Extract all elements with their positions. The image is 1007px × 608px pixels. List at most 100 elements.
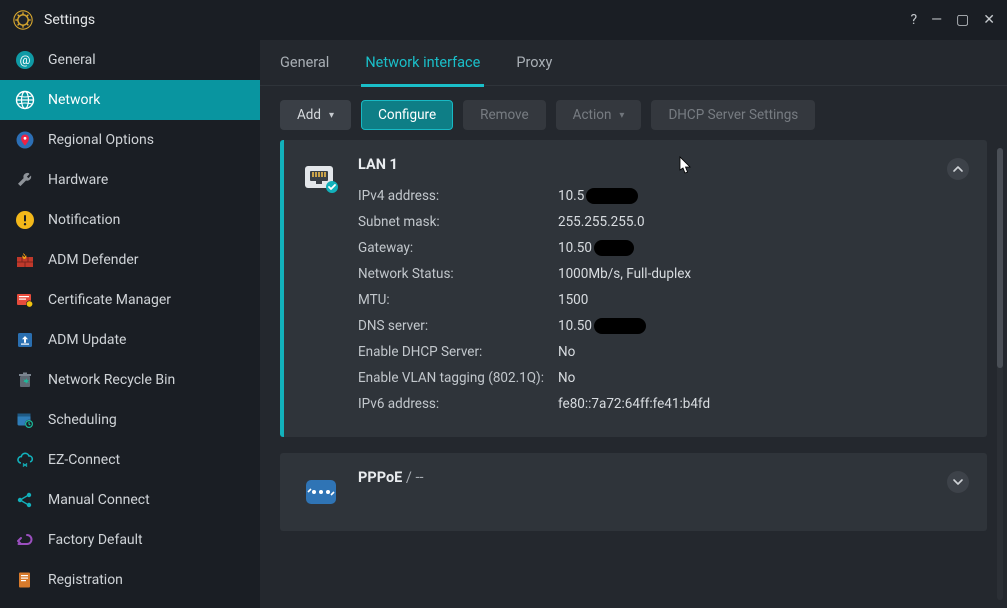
- sidebar-item-network[interactable]: Network: [0, 80, 260, 120]
- pppoe-icon: [302, 473, 340, 511]
- redacted-value: [586, 188, 638, 204]
- sidebar-item-adm-update[interactable]: ADM Update: [0, 320, 260, 360]
- sidebar-item-label: Scheduling: [48, 412, 117, 428]
- interface-title: LAN 1: [358, 156, 969, 173]
- sidebar-item-scheduling[interactable]: Scheduling: [0, 400, 260, 440]
- sidebar-item-notification[interactable]: Notification: [0, 200, 260, 240]
- sidebar: @ General Network Regional Options Hardw…: [0, 40, 260, 608]
- interface-title: PPPoE / --: [358, 469, 969, 486]
- kv-value: 10.50: [558, 318, 646, 334]
- sidebar-item-label: Registration: [48, 572, 123, 588]
- sidebar-item-label: Hardware: [48, 172, 108, 188]
- redacted-value: [594, 240, 634, 256]
- upload-icon: [14, 329, 36, 351]
- window-title: Settings: [44, 12, 95, 28]
- svg-text:@: @: [20, 53, 31, 67]
- kv-value: 1000Mb/s, Full-duplex: [558, 266, 691, 282]
- kv-key: DNS server:: [358, 318, 558, 334]
- sidebar-item-label: EZ-Connect: [48, 452, 120, 468]
- kv-row: Enable DHCP Server:No: [358, 339, 969, 365]
- tab-network-interface[interactable]: Network interface: [365, 40, 480, 86]
- sidebar-item-adm-defender[interactable]: ADM Defender: [0, 240, 260, 280]
- sidebar-item-label: Notification: [48, 212, 120, 228]
- sidebar-item-regional[interactable]: Regional Options: [0, 120, 260, 160]
- sidebar-item-label: Factory Default: [48, 532, 143, 548]
- at-symbol-icon: @: [14, 49, 36, 71]
- kv-value: 1500: [558, 292, 588, 308]
- tab-bar: General Network interface Proxy: [260, 40, 1007, 86]
- kv-value: No: [558, 344, 575, 360]
- tab-label: General: [280, 54, 329, 71]
- maximize-icon[interactable]: ▢: [956, 12, 969, 28]
- firewall-icon: [14, 249, 36, 271]
- help-icon[interactable]: ?: [910, 12, 917, 28]
- button-label: Add: [297, 107, 321, 123]
- location-pin-icon: [14, 129, 36, 151]
- button-label: Configure: [378, 107, 436, 123]
- calendar-clock-icon: [14, 409, 36, 431]
- kv-row: DNS server:10.50: [358, 313, 969, 339]
- share-nodes-icon: [14, 489, 36, 511]
- sidebar-item-recycle[interactable]: Network Recycle Bin: [0, 360, 260, 400]
- interface-card-lan1[interactable]: LAN 1 IPv4 address:10.5 Subnet mask:255.…: [280, 140, 987, 437]
- sidebar-item-registration[interactable]: Registration: [0, 560, 260, 600]
- sidebar-item-label: ADM Update: [48, 332, 126, 348]
- sidebar-item-label: Network: [48, 92, 100, 108]
- sidebar-item-certificate[interactable]: Certificate Manager: [0, 280, 260, 320]
- scrollbar[interactable]: [997, 148, 1003, 600]
- sidebar-item-label: Network Recycle Bin: [48, 372, 175, 388]
- sidebar-item-label: Regional Options: [48, 132, 154, 148]
- kv-row: Gateway:10.50: [358, 235, 969, 261]
- sidebar-item-ez-connect[interactable]: EZ-Connect: [0, 440, 260, 480]
- sidebar-item-hardware[interactable]: Hardware: [0, 160, 260, 200]
- tab-label: Network interface: [365, 54, 480, 71]
- expand-icon[interactable]: [947, 471, 969, 493]
- dhcp-settings-button[interactable]: DHCP Server Settings: [651, 100, 815, 130]
- globe-icon: [14, 89, 36, 111]
- titlebar: Settings ? — ▢ ✕: [0, 0, 1007, 40]
- action-button[interactable]: Action▾: [556, 100, 642, 130]
- kv-row: Network Status:1000Mb/s, Full-duplex: [358, 261, 969, 287]
- wrench-icon: [14, 169, 36, 191]
- ethernet-port-icon: [302, 160, 340, 198]
- certificate-icon: [14, 289, 36, 311]
- main-panel: General Network interface Proxy Add ▾ Con…: [260, 40, 1007, 608]
- redacted-value: [594, 318, 646, 334]
- undo-icon: [14, 529, 36, 551]
- kv-key: Enable DHCP Server:: [358, 344, 558, 360]
- scrollbar-thumb[interactable]: [997, 148, 1003, 368]
- collapse-icon[interactable]: [947, 158, 969, 180]
- tab-general[interactable]: General: [280, 40, 329, 86]
- kv-value: fe80::7a72:64ff:fe41:b4fd: [558, 396, 710, 412]
- sidebar-item-label: ADM Defender: [48, 252, 139, 268]
- button-label: Action: [573, 107, 612, 123]
- trash-icon: [14, 369, 36, 391]
- kv-key: Enable VLAN tagging (802.1Q):: [358, 370, 558, 386]
- sidebar-item-manual-connect[interactable]: Manual Connect: [0, 480, 260, 520]
- sidebar-item-label: Certificate Manager: [48, 292, 171, 308]
- add-button[interactable]: Add ▾: [280, 100, 351, 130]
- kv-row: MTU:1500: [358, 287, 969, 313]
- sidebar-item-label: Manual Connect: [48, 492, 150, 508]
- button-label: Remove: [480, 107, 529, 123]
- kv-value: 255.255.255.0: [558, 214, 645, 230]
- kv-key: IPv4 address:: [358, 188, 558, 204]
- kv-key: Gateway:: [358, 240, 558, 256]
- kv-key: MTU:: [358, 292, 558, 308]
- settings-window: Settings ? — ▢ ✕ @ General Network Regio…: [0, 0, 1007, 608]
- chevron-down-icon: ▾: [329, 110, 334, 121]
- configure-button[interactable]: Configure: [361, 100, 453, 130]
- cloud-sync-icon: [14, 449, 36, 471]
- minimize-icon[interactable]: —: [931, 12, 942, 28]
- sidebar-item-general[interactable]: @ General: [0, 40, 260, 80]
- alert-icon: [14, 209, 36, 231]
- interface-list: LAN 1 IPv4 address:10.5 Subnet mask:255.…: [260, 140, 1007, 608]
- window-controls: ? — ▢ ✕: [910, 12, 995, 28]
- tab-label: Proxy: [516, 54, 552, 71]
- tab-proxy[interactable]: Proxy: [516, 40, 552, 86]
- remove-button[interactable]: Remove: [463, 100, 546, 130]
- kv-row: IPv6 address:fe80::7a72:64ff:fe41:b4fd: [358, 391, 969, 417]
- sidebar-item-factory-default[interactable]: Factory Default: [0, 520, 260, 560]
- close-icon[interactable]: ✕: [983, 12, 995, 28]
- interface-card-pppoe[interactable]: PPPoE / --: [280, 453, 987, 531]
